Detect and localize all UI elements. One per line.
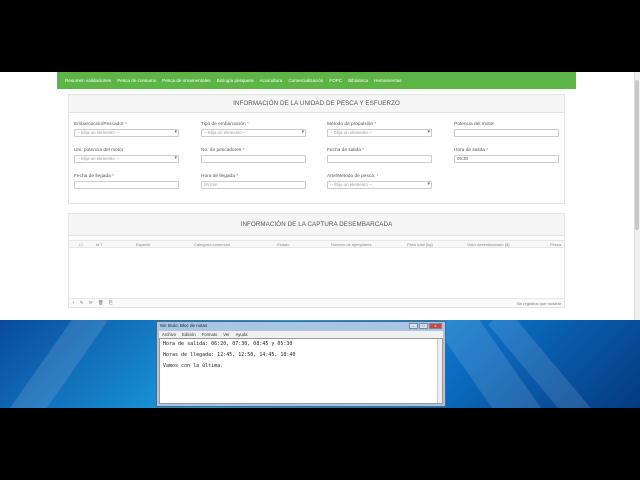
page-scrollbar[interactable]: [634, 72, 640, 320]
nav-item-comercializacion[interactable]: Comercialización: [288, 78, 323, 83]
col-categoria[interactable]: Categoría comercial: [194, 242, 230, 247]
records-status: Sin registros que mostrar: [516, 301, 561, 306]
fishing-unit-panel: INFORMACIÓN DE LA UNIDAD DE PESCA Y ESFU…: [68, 94, 565, 204]
scroll-thumb[interactable]: [635, 80, 639, 230]
col-pesca[interactable]: Pesca: [550, 242, 561, 247]
field-label: Uni. potencia del motor: [74, 148, 124, 153]
nav-item-herramientas[interactable]: Herramientas: [374, 78, 402, 83]
menu-ver[interactable]: Ver: [223, 331, 229, 338]
field-label: No. de pescadores *: [201, 148, 245, 153]
nav-item-pesca-ornamentales[interactable]: Pesca de ornamentales: [162, 78, 210, 83]
field-label: Método de propulsión *: [327, 122, 377, 127]
page-margin: [0, 72, 57, 320]
menu-formato[interactable]: Formato: [202, 331, 218, 338]
minimize-button[interactable]: –: [409, 323, 418, 329]
tipo-embarcacion-select[interactable]: -- Elija un elemento --: [201, 129, 306, 137]
window-title: Sin título: Bloc de notas: [160, 323, 208, 328]
hora-salida-input[interactable]: 05:30: [454, 155, 559, 163]
screen: Resumen validaciones Pesca de consumo Pe…: [0, 0, 640, 480]
catch-panel: INFORMACIÓN DE LA CAPTURA DESEMBARCADA ☐…: [68, 213, 565, 308]
menu-archivo[interactable]: Archivo: [162, 331, 176, 338]
field-label: Fecha de llegada *: [74, 174, 115, 179]
maximize-button[interactable]: □: [419, 323, 428, 329]
nav-item-biblioteca[interactable]: Biblioteca: [348, 78, 368, 83]
col-estado[interactable]: Estado: [277, 242, 289, 247]
field-label: Hora de salida *: [454, 148, 489, 153]
grid-action-icons[interactable]: + ✎ ⟳ 🗑 ⎘: [72, 300, 114, 306]
field-label: Potencia del motor: [454, 122, 494, 127]
col-ejemplares[interactable]: Número de ejemplares: [331, 242, 371, 247]
notepad-scrollbar[interactable]: [437, 339, 442, 403]
embarcacion-select[interactable]: -- Elija un elemento --: [74, 129, 179, 137]
uni-potencia-select[interactable]: -- Elija un elemento --: [74, 155, 179, 163]
text-line: Hora de salida: 06:20, 07:30, 08:45 y 05…: [163, 341, 293, 347]
field-label: Fecha de salida *: [327, 148, 365, 153]
nav-item-biologia[interactable]: Biología pesquera: [217, 78, 254, 83]
col-especie[interactable]: Especie: [136, 242, 150, 247]
fecha-llegada-input[interactable]: [74, 181, 179, 189]
field-label: Embarcación/Pescador *: [74, 122, 127, 127]
field-label: Arte/Método de pesca: *: [327, 174, 379, 179]
menu-bar: Archivo Edición Formato Ver Ayuda: [159, 331, 443, 338]
nav-item-fopc[interactable]: FOPC: [329, 78, 342, 83]
notepad-window[interactable]: Sin título: Bloc de notas – □ x Archivo …: [156, 321, 446, 407]
col-peso[interactable]: Peso total (kg): [407, 242, 433, 247]
nav-item-acuicultura[interactable]: Acuicultura: [260, 78, 283, 83]
window-controls: – □ x: [409, 323, 442, 329]
menu-edicion[interactable]: Edición: [182, 331, 196, 338]
menu-ayuda[interactable]: Ayuda: [236, 331, 248, 338]
no-pescadores-input[interactable]: [201, 155, 306, 163]
potencia-motor-input[interactable]: [454, 129, 559, 137]
grid-footer: + ✎ ⟳ 🗑 ⎘ Sin registros que mostrar: [69, 298, 564, 307]
nav-item-pesca-consumo[interactable]: Pesca de consumo: [117, 78, 156, 83]
close-button[interactable]: x: [429, 323, 442, 329]
notepad-text-area[interactable]: Hora de salida: 06:20, 07:30, 08:45 y 05…: [159, 338, 443, 404]
col-valor[interactable]: Valor desembarcado ($): [467, 242, 510, 247]
field-label: Tipo de embarcación *: [201, 122, 249, 127]
select-all-checkbox[interactable]: ☐: [79, 242, 83, 247]
arte-pesca-select[interactable]: -- Elija un elemento --: [327, 181, 432, 189]
top-navbar: Resumen validaciones Pesca de consumo Pe…: [57, 72, 576, 89]
field-label: Hora de llegada *: [201, 174, 239, 179]
col-id[interactable]: Id T: [96, 242, 103, 247]
grid-header: ☐ Id T Especie Categoría comercial Estad…: [69, 240, 564, 248]
hora-llegada-input[interactable]: hh:mm: [201, 181, 306, 189]
text-line: Horas de llegada: 12:45, 12:50, 14:45, 1…: [163, 352, 296, 358]
fecha-salida-input[interactable]: [327, 155, 432, 163]
text-line: Vamos con la última.: [163, 363, 224, 369]
panel-title: INFORMACIÓN DE LA CAPTURA DESEMBARCADA: [69, 214, 564, 236]
panel-title: INFORMACIÓN DE LA UNIDAD DE PESCA Y ESFU…: [69, 95, 564, 113]
nav-item-resumen[interactable]: Resumen validaciones: [65, 78, 111, 83]
wallpaper-ray: [2, 320, 108, 408]
metodo-propulsion-select[interactable]: -- Elija un elemento --: [327, 129, 432, 137]
browser-viewport: Resumen validaciones Pesca de consumo Pe…: [0, 72, 640, 320]
